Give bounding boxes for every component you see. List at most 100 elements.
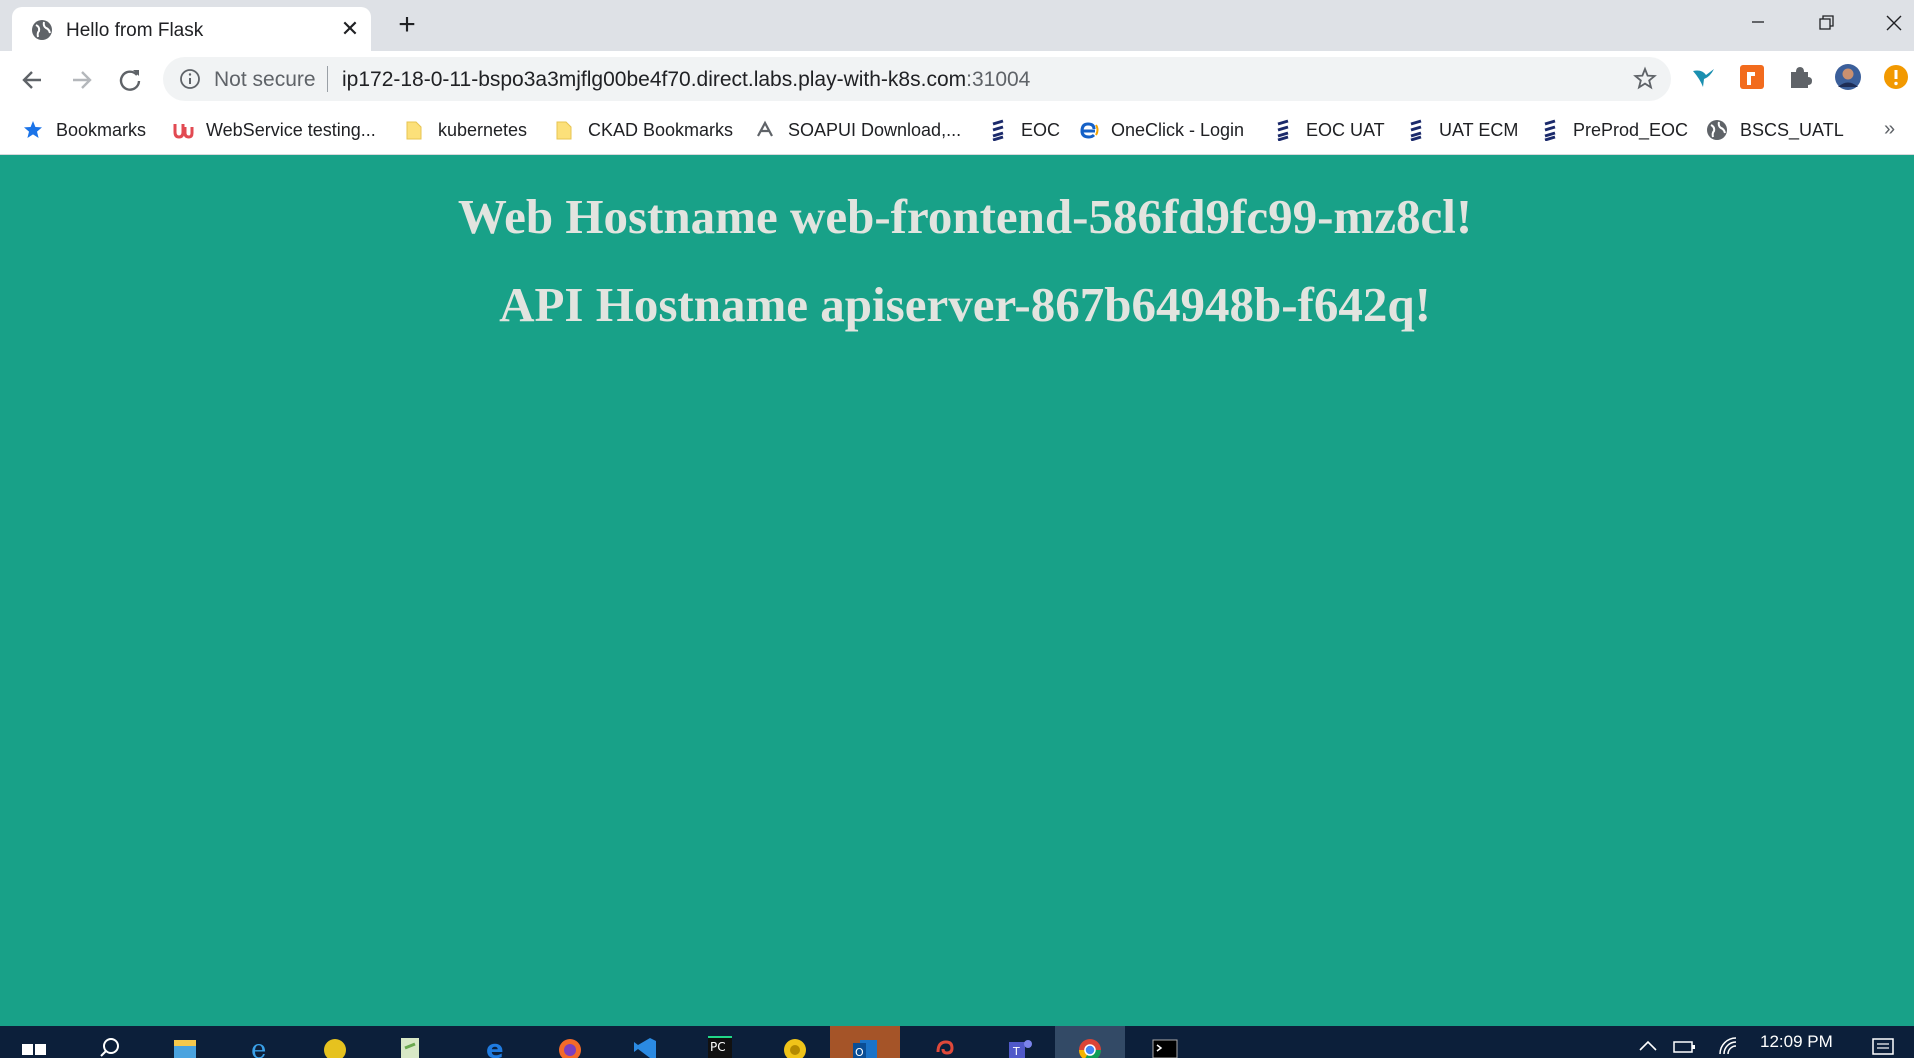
chevron-up-icon[interactable]: [1636, 1038, 1660, 1054]
taskbar-app[interactable]: [1130, 1026, 1200, 1058]
internet-explorer-icon: e: [251, 1035, 266, 1058]
taskbar-app[interactable]: [300, 1026, 370, 1058]
swirl-app-icon: [936, 1040, 954, 1055]
vscode-icon: [634, 1038, 656, 1058]
tab-close-icon[interactable]: ✕: [338, 17, 362, 41]
ericsson-icon: [1277, 119, 1289, 141]
bookmark-item[interactable]: EOC UAT: [1272, 116, 1385, 144]
filezilla-icon: [324, 1039, 346, 1058]
bookmark-item[interactable]: BSCS_UATL: [1706, 116, 1844, 144]
bookmark-item[interactable]: PreProd_EOC: [1539, 116, 1688, 144]
svg-text:O: O: [855, 1046, 864, 1058]
udemy-icon: [173, 124, 194, 139]
bookmark-item[interactable]: CKAD Bookmarks: [554, 116, 733, 144]
api-hostname-heading: API Hostname apiserver-867b64948b-f642q!: [499, 277, 1431, 332]
taskbar-app[interactable]: [610, 1026, 680, 1058]
bookmark-item[interactable]: WebService testing...: [172, 116, 376, 144]
security-label[interactable]: Not secure: [214, 68, 316, 92]
bookmark-label: PreProd_EOC: [1573, 119, 1689, 140]
bookmark-label: kubernetes: [438, 119, 528, 140]
bookmark-label: WebService testing...: [206, 119, 376, 140]
bookmark-label: Bookmarks: [56, 119, 147, 140]
info-icon[interactable]: [179, 68, 201, 90]
notifications-icon[interactable]: [1870, 1036, 1898, 1058]
chrome-icon: [1079, 1039, 1101, 1058]
battery-icon[interactable]: [1672, 1036, 1698, 1056]
globe-icon: [1707, 120, 1727, 140]
taskbar-app-active[interactable]: [1055, 1026, 1125, 1058]
bookmark-label: EOC UAT: [1306, 119, 1385, 140]
bookmark-item[interactable]: OneClick - Login: [1077, 116, 1244, 144]
taskbar-app[interactable]: PC: [685, 1026, 755, 1058]
svg-text:T: T: [1012, 1045, 1020, 1058]
taskbar-app[interactable]: T: [985, 1026, 1055, 1058]
address-bar[interactable]: Not secure ip172-18-0-11-bspo3a3mjflg00b…: [163, 57, 1671, 101]
bookmark-label: CKAD Bookmarks: [588, 119, 734, 140]
start-button[interactable]: [0, 1026, 70, 1058]
bookmark-item[interactable]: SOAPUI Download,...: [754, 116, 961, 144]
taskbar-app[interactable]: e: [460, 1026, 530, 1058]
reload-icon[interactable]: [115, 65, 145, 95]
pycharm-icon: PC: [708, 1036, 732, 1058]
svg-text:PC: PC: [710, 1040, 726, 1054]
url-text[interactable]: ip172-18-0-11-bspo3a3mjflg00be4f70.direc…: [342, 68, 1030, 92]
windows-logo-icon: [22, 1044, 46, 1055]
globe-icon: [32, 20, 52, 40]
bookmark-star-icon[interactable]: [1632, 66, 1658, 92]
taskbar-app[interactable]: [150, 1026, 220, 1058]
window-close-icon[interactable]: [1874, 8, 1914, 38]
ericsson-icon: [992, 119, 1004, 141]
alert-icon[interactable]: [1882, 63, 1910, 91]
folder-icon: [556, 121, 572, 140]
taskbar-app[interactable]: [535, 1026, 605, 1058]
ericsson-icon: [1410, 119, 1422, 141]
ericsson-icon: [1544, 119, 1556, 141]
taskbar-app-active[interactable]: O: [830, 1026, 900, 1058]
bookmark-item[interactable]: UAT ECM: [1405, 116, 1518, 144]
forward-arrow-icon[interactable]: [67, 65, 97, 95]
taskbar-clock[interactable]: 12:09 PM: [1760, 1032, 1833, 1052]
star-icon: [24, 121, 42, 138]
bookmark-label: SOAPUI Download,...: [788, 119, 962, 140]
chrome-canary-icon: [784, 1039, 806, 1058]
bookmark-label: EOC: [1021, 119, 1061, 140]
bookmark-item[interactable]: kubernetes: [404, 116, 527, 144]
file-explorer-icon: [174, 1040, 196, 1058]
search-icon: [100, 1038, 119, 1057]
bookmark-label: UAT ECM: [1439, 119, 1519, 140]
taskbar-app[interactable]: e: [225, 1026, 295, 1058]
profile-avatar-icon[interactable]: [1834, 63, 1862, 91]
bookmark-label: BSCS_UATL: [1740, 119, 1844, 140]
soapui-icon: [757, 120, 773, 137]
bookmark-item[interactable]: EOC: [987, 116, 1060, 144]
r-extension-icon[interactable]: [1738, 63, 1766, 91]
taskbar-search[interactable]: [75, 1026, 145, 1058]
tab-strip: Hello from Flask ✕ +: [0, 0, 1914, 51]
firefox-icon: [559, 1039, 581, 1058]
minimize-icon[interactable]: [1738, 8, 1778, 38]
back-arrow-icon[interactable]: [17, 65, 47, 95]
new-tab-button[interactable]: +: [392, 10, 422, 41]
url-host: ip172-18-0-11-bspo3a3mjflg00be4f70.direc…: [342, 68, 967, 91]
taskbar-app[interactable]: [375, 1026, 445, 1058]
puzzle-extensions-icon[interactable]: [1786, 63, 1814, 91]
svg-text:e: e: [251, 1035, 266, 1058]
more-bookmarks-chevron-icon[interactable]: »: [1884, 118, 1895, 141]
bird-extension-icon[interactable]: [1690, 63, 1718, 91]
notepad-plus-icon: [401, 1038, 419, 1058]
wifi-icon[interactable]: [1716, 1034, 1742, 1056]
restore-icon[interactable]: [1806, 8, 1846, 38]
taskbar-app[interactable]: [760, 1026, 830, 1058]
browser-tab[interactable]: Hello from Flask ✕: [12, 7, 371, 51]
terminal-icon: [1152, 1039, 1178, 1058]
bookmark-item[interactable]: Bookmarks: [22, 116, 146, 144]
tab-title: Hello from Flask: [66, 20, 204, 41]
windows-taskbar: e e PC O T 12:09 PM: [0, 1026, 1914, 1058]
outlook-icon: O: [853, 1040, 877, 1058]
svg-text:e: e: [486, 1035, 504, 1058]
taskbar-app[interactable]: [910, 1026, 980, 1058]
url-port: :31004: [966, 68, 1031, 91]
separator: [327, 66, 328, 92]
page-content: Web Hostname web-frontend-586fd9fc99-mz8…: [0, 155, 1914, 1026]
edge-icon: e: [486, 1035, 504, 1058]
